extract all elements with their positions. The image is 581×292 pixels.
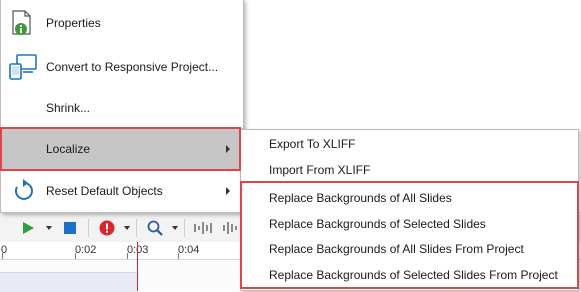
submenu-item-label: Export To XLIFF [269,136,356,151]
properties-info-icon [9,9,37,37]
menu-item-label: Localize [46,141,91,156]
submenu-item-label: Replace Backgrounds of All Slides From P… [269,241,524,256]
localize-submenu: Export To XLIFF Import From XLIFF Replac… [240,129,579,291]
zoom-button[interactable] [144,213,166,243]
timeline-tick [178,253,179,259]
error-badge-icon [99,220,115,236]
timeline-tick [2,253,3,259]
menu-item-label: Shrink... [46,101,91,115]
menu-item-reset-default-objects[interactable]: Reset Default Objects [1,171,243,211]
menu-item-label: Convert to Responsive Project... [46,59,219,74]
submenu-item-import-xliff[interactable]: Import From XLIFF [241,157,578,182]
submenu-arrow-icon [226,187,230,195]
timeline-tick [127,253,128,259]
play-dropdown-icon[interactable] [46,226,52,230]
waveform-icon [194,222,212,234]
menu-item-label: Properties [46,15,101,30]
waveform-icon [223,222,237,234]
submenu-item-replace-bg-selected[interactable]: Replace Backgrounds of Selected Slides [241,211,578,236]
stop-icon [64,222,76,234]
submenu-item-label: Import From XLIFF [269,162,371,177]
menu-item-properties[interactable]: Properties [1,0,243,45]
waveform-button-2[interactable] [222,213,240,243]
timeline-tick [75,253,76,259]
play-icon [23,222,34,234]
toolbar-separator [88,219,89,237]
submenu-item-label: Replace Backgrounds of Selected Slides [269,216,486,231]
responsive-devices-icon [9,53,37,81]
submenu-item-replace-bg-all-from-project[interactable]: Replace Backgrounds of All Slides From P… [241,236,578,261]
menu-item-localize[interactable]: Localize [1,128,243,169]
submenu-item-replace-bg-all[interactable]: Replace Backgrounds of All Slides [241,185,578,210]
play-button[interactable] [18,213,38,243]
menu-item-label: Reset Default Objects [46,184,163,198]
error-dropdown-icon[interactable] [124,226,130,230]
toolbar-separator [184,219,185,237]
error-button[interactable] [96,213,118,243]
menu-item-shrink[interactable]: Shrink... [1,88,243,128]
timeline-tick-label: 0:04 [178,244,200,256]
submenu-arrow-icon [226,144,230,153]
submenu-item-label: Replace Backgrounds of Selected Slides F… [269,267,558,282]
submenu-item-export-xliff[interactable]: Export To XLIFF [241,131,578,156]
timeline-slide-bar[interactable] [0,272,137,292]
zoom-icon [147,220,163,236]
submenu-item-replace-bg-selected-from-project[interactable]: Replace Backgrounds of Selected Slides F… [241,262,578,287]
zoom-dropdown-icon[interactable] [172,226,178,230]
timeline-tick-label: 0:02 [75,244,97,256]
reset-arrow-icon [9,177,37,205]
menu-item-convert-responsive[interactable]: Convert to Responsive Project... [1,45,243,88]
context-menu: Properties Convert to Responsive Project… [0,0,244,213]
submenu-item-label: Replace Backgrounds of All Slides [269,190,452,205]
waveform-button[interactable] [192,213,216,243]
toolbar-separator [136,219,137,237]
stop-button[interactable] [60,213,80,243]
timeline-playhead[interactable] [137,242,138,291]
